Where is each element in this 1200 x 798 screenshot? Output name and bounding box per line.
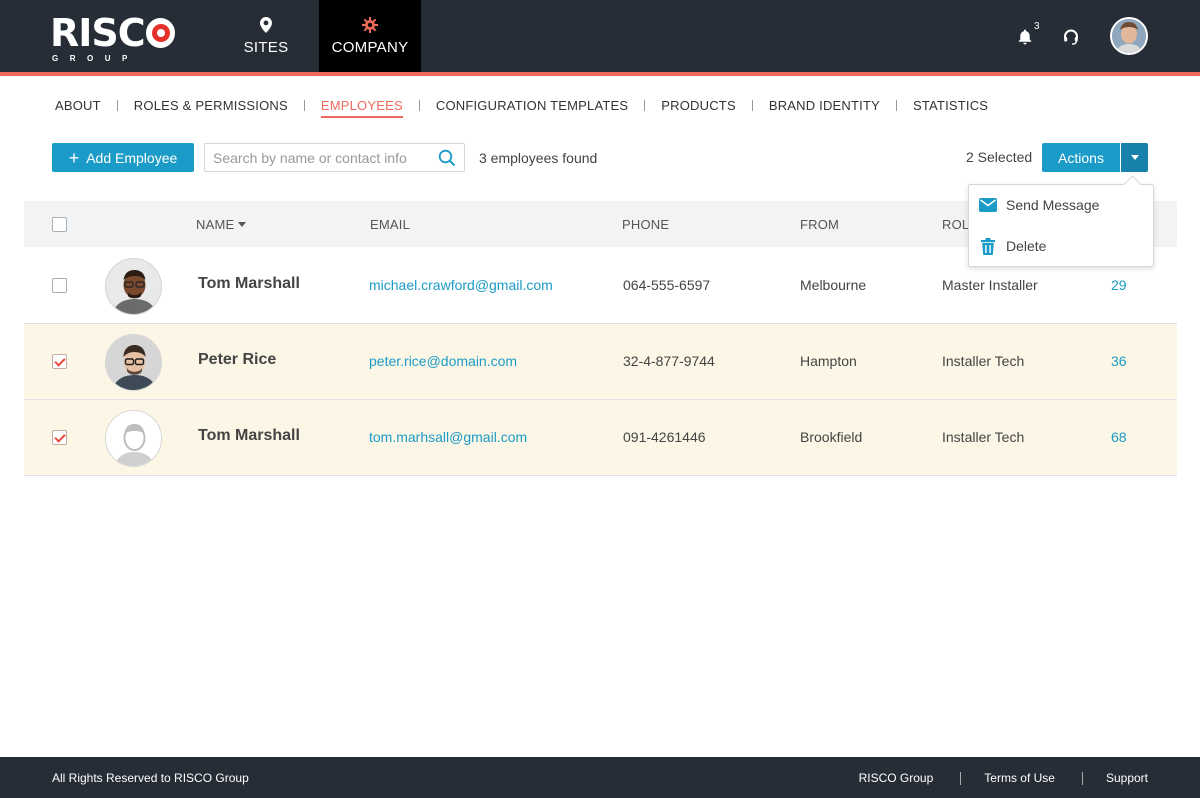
- row-checkbox[interactable]: [52, 354, 67, 369]
- column-name-label: NAME: [196, 217, 235, 232]
- search-icon[interactable]: [438, 149, 456, 167]
- employee-email-link[interactable]: peter.rice@domain.com: [369, 353, 517, 369]
- selected-count: 2 Selected: [966, 149, 1033, 165]
- row-checkbox[interactable]: [52, 430, 67, 445]
- nav-company-label: COMPANY: [331, 39, 409, 56]
- footer-link-terms[interactable]: Terms of Use: [984, 771, 1055, 785]
- employee-name[interactable]: Tom Marshall: [198, 427, 300, 445]
- tab-divider: [895, 99, 897, 111]
- table-row[interactable]: Tom Marshall tom.marhsall@gmail.com 091-…: [24, 400, 1177, 476]
- employee-location: Brookfield: [800, 429, 863, 445]
- row-checkbox[interactable]: [52, 278, 67, 293]
- employee-avatar: [105, 334, 162, 391]
- menu-item-send-message[interactable]: Send Message: [979, 194, 1099, 216]
- results-count: 3 employees found: [479, 150, 598, 166]
- sort-down-icon: [238, 222, 247, 227]
- employee-phone: 091-4261446: [623, 429, 706, 445]
- bell-icon[interactable]: [1016, 28, 1036, 48]
- column-header-name[interactable]: NAME: [196, 217, 247, 232]
- user-avatar[interactable]: [1110, 17, 1148, 55]
- header-accent-line: [0, 72, 1200, 76]
- tab-roles-permissions[interactable]: ROLES & PERMISSIONS: [134, 98, 288, 113]
- column-header-phone[interactable]: PHONE: [622, 217, 669, 232]
- actions-button[interactable]: Actions: [1042, 143, 1120, 172]
- tab-employees[interactable]: EMPLOYEES: [320, 98, 403, 118]
- tab-configuration-templates[interactable]: CONFIGURATION TEMPLATES: [436, 98, 628, 113]
- tab-brand-identity[interactable]: BRAND IDENTITY: [769, 98, 880, 113]
- nav-sites-label: SITES: [243, 39, 289, 56]
- menu-item-delete[interactable]: Delete: [979, 235, 1046, 257]
- employee-phone: 32-4-877-9744: [623, 353, 715, 369]
- employee-count-link[interactable]: 36: [1111, 353, 1127, 369]
- employee-role: Installer Tech: [942, 429, 1025, 445]
- plus-icon: +: [68, 147, 80, 168]
- tab-products[interactable]: PRODUCTS: [661, 98, 736, 113]
- gear-icon: [362, 16, 378, 34]
- placeholder-avatar-icon: [105, 410, 162, 467]
- employee-location: Melbourne: [800, 277, 867, 293]
- menu-item-label: Send Message: [1006, 197, 1100, 213]
- tab-divider: [751, 99, 753, 111]
- employee-role: Installer Tech: [942, 353, 1025, 369]
- employee-role: Master Installer: [942, 277, 1038, 293]
- employee-count-link[interactable]: 68: [1111, 429, 1127, 445]
- envelope-icon: [979, 196, 997, 214]
- footer-links: RISCO Group Terms of Use Support: [859, 771, 1148, 785]
- notification-count: 3: [1034, 21, 1040, 32]
- tab-divider: [303, 99, 305, 111]
- column-header-from[interactable]: FROM: [800, 217, 839, 232]
- nav-sites[interactable]: SITES: [230, 0, 302, 72]
- search-box: [204, 143, 465, 172]
- footer-divider: [1081, 771, 1083, 785]
- footer-link-support[interactable]: Support: [1106, 771, 1148, 785]
- employee-count-link[interactable]: 29: [1111, 277, 1127, 293]
- footer-divider: [960, 771, 962, 785]
- search-input[interactable]: [213, 149, 433, 167]
- risco-logo[interactable]: RISC GROUP: [50, 11, 175, 63]
- tab-divider: [418, 99, 420, 111]
- add-employee-label: Add Employee: [86, 149, 178, 166]
- tab-divider: [644, 99, 646, 111]
- employee-phone: 064-555-6597: [623, 277, 711, 293]
- trash-icon: [979, 237, 997, 255]
- logo-o-mark: [145, 18, 175, 48]
- employee-location: Hampton: [800, 353, 857, 369]
- select-all-checkbox[interactable]: [52, 217, 67, 232]
- nav-company[interactable]: COMPANY: [319, 0, 421, 72]
- headset-support-icon[interactable]: [1062, 28, 1082, 48]
- map-pin-icon: [260, 16, 272, 34]
- employee-avatar: [105, 258, 162, 315]
- chevron-down-icon: [1130, 155, 1139, 160]
- tab-statistics[interactable]: STATISTICS: [913, 98, 988, 113]
- footer-link-risco-group[interactable]: RISCO Group: [859, 771, 934, 785]
- footer: All Rights Reserved to RISCO Group RISCO…: [0, 757, 1200, 798]
- employee-name[interactable]: Peter Rice: [198, 351, 276, 369]
- tab-divider: [116, 99, 118, 111]
- copyright-text: All Rights Reserved to RISCO Group: [52, 771, 249, 785]
- actions-dropdown-toggle[interactable]: [1121, 143, 1148, 172]
- add-employee-button[interactable]: + Add Employee: [52, 143, 194, 172]
- menu-item-label: Delete: [1006, 238, 1047, 254]
- logo-text: RISC: [50, 11, 146, 55]
- column-header-email[interactable]: EMAIL: [370, 217, 410, 232]
- table-row[interactable]: Peter Rice peter.rice@domain.com 32-4-87…: [24, 324, 1177, 400]
- logo-subtext: GROUP: [52, 54, 139, 63]
- employee-email-link[interactable]: tom.marhsall@gmail.com: [369, 429, 527, 445]
- actions-dropdown-menu: Send Message Delete: [968, 184, 1154, 267]
- employee-name[interactable]: Tom Marshall: [198, 275, 300, 293]
- company-tabs: ABOUT ROLES & PERMISSIONS EMPLOYEES CONF…: [55, 95, 988, 118]
- tab-about[interactable]: ABOUT: [55, 98, 101, 113]
- employee-email-link[interactable]: michael.crawford@gmail.com: [369, 277, 553, 293]
- top-navigation-bar: RISC GROUP SITES COMPANY 3: [0, 0, 1200, 72]
